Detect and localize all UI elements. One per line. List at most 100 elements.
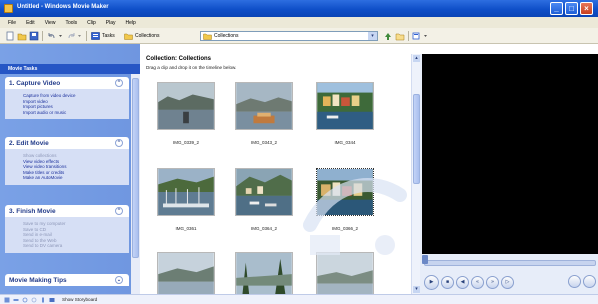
import-audio-link[interactable]: Import audio or music <box>23 110 129 116</box>
clip-thumbnail[interactable]: IMG_0364_2 <box>235 168 293 231</box>
edit-movie-header[interactable]: 2. Edit Movie ⌃ <box>5 137 129 149</box>
take-picture-icon[interactable] <box>583 275 596 288</box>
views-dropdown-icon[interactable] <box>423 31 428 41</box>
open-project-icon[interactable] <box>17 31 27 41</box>
collections-button[interactable]: Collections <box>124 31 159 41</box>
collections-dropdown[interactable]: Collections ▾ <box>200 31 378 41</box>
clip-thumbnail[interactable]: IMG_0343_2 <box>235 82 293 145</box>
views-icon[interactable] <box>412 31 422 41</box>
collections-dropdown-value: Collections <box>214 33 239 39</box>
make-automovie-link[interactable]: Make an AutoMovie <box>23 175 129 181</box>
play-icon[interactable]: ▶ <box>424 274 439 290</box>
window-title: Untitled - Windows Movie Maker <box>17 4 109 10</box>
capture-video-links: Capture from video device Import video I… <box>5 89 129 120</box>
collection-instructions: Drag a clip and drop it on the timeline … <box>146 65 237 70</box>
collections-label: Collections <box>135 33 160 39</box>
undo-icon[interactable] <box>22 297 28 303</box>
menu-edit[interactable]: Edit <box>26 20 35 26</box>
clip-image <box>157 82 215 130</box>
redo-icon[interactable] <box>31 297 37 303</box>
fast-forward-icon[interactable]: » <box>486 275 499 289</box>
storyboard-view-icon[interactable] <box>4 297 10 303</box>
close-button[interactable]: × <box>580 2 593 15</box>
movie-tasks-pane: Movie Tasks 1. Capture Video ⌃ Capture f… <box>0 44 140 294</box>
menu-clip[interactable]: Clip <box>87 20 96 26</box>
toolbar-separator <box>408 31 409 41</box>
clip-caption: IMG_0339_2 <box>172 140 200 145</box>
clip-thumbnail[interactable]: IMG_0339_2 <box>157 82 215 145</box>
clip-caption: IMG_0364_2 <box>250 226 278 231</box>
menu-play[interactable]: Play <box>106 20 116 26</box>
clip-thumbnail[interactable]: IMG_0344 <box>316 82 374 145</box>
scrollbar-thumb[interactable] <box>413 94 420 184</box>
clip-thumbnail[interactable]: IMG_0366_2 <box>316 168 374 231</box>
clip-image <box>316 82 374 130</box>
undo-dropdown-icon[interactable] <box>58 31 63 41</box>
capture-video-header[interactable]: 1. Capture Video ⌃ <box>5 77 129 89</box>
new-collection-folder-icon[interactable] <box>395 31 405 41</box>
scroll-up-icon[interactable]: ▴ <box>413 55 420 62</box>
clip-thumbnail[interactable] <box>157 252 215 294</box>
clip-image <box>316 168 374 216</box>
movie-making-tips-header[interactable]: Movie Making Tips ⌄ <box>5 274 129 286</box>
scrollbar-thumb[interactable] <box>132 78 139 258</box>
clip-image <box>316 252 374 294</box>
seek-slider-handle[interactable] <box>422 255 428 264</box>
collection-grid: IMG_0339_2 IMG_0343_2 IMG_0344 IMG_0361 … <box>140 74 411 294</box>
collections-folder-icon <box>124 33 133 40</box>
clip-caption: IMG_0366_2 <box>331 226 359 231</box>
collapse-icon[interactable]: ⌄ <box>115 276 123 284</box>
redo-icon[interactable] <box>66 31 76 41</box>
capture-video-title: 1. Capture Video <box>9 79 61 87</box>
show-storyboard-button[interactable]: Show Storyboard <box>62 297 97 302</box>
finish-movie-panel: 3. Finish Movie ⌃ Save to my computer Sa… <box>5 205 129 253</box>
storyboard-icon[interactable] <box>49 297 55 303</box>
new-project-icon[interactable] <box>5 31 15 41</box>
tasks-icon <box>91 32 100 40</box>
edit-movie-title: 2. Edit Movie <box>9 139 49 147</box>
set-audio-levels-icon[interactable] <box>13 297 19 303</box>
scroll-down-icon[interactable]: ▾ <box>413 286 420 293</box>
collapse-icon[interactable]: ⌃ <box>115 139 123 147</box>
collection-scrollbar[interactable]: ▴ ▾ <box>411 54 420 294</box>
save-project-icon[interactable] <box>29 31 39 41</box>
finish-movie-links: Save to my computer Save to CD Send in e… <box>5 217 129 253</box>
maximize-button[interactable]: □ <box>565 2 578 15</box>
clip-thumbnail[interactable]: IMG_0361 <box>157 168 215 231</box>
clip-image <box>157 252 215 294</box>
storyboard-toolbar: Show Storyboard <box>0 294 598 304</box>
undo-icon[interactable] <box>47 31 57 41</box>
up-one-level-icon[interactable] <box>383 31 393 41</box>
toolbar: Tasks Collections Collections ▾ <box>0 28 598 44</box>
task-pane-scrollbar[interactable] <box>131 74 140 294</box>
chevron-down-icon[interactable]: ▾ <box>368 32 377 40</box>
menu-view[interactable]: View <box>45 20 56 26</box>
stop-icon[interactable]: ■ <box>441 275 454 289</box>
next-frame-icon[interactable]: ▷ <box>501 275 514 289</box>
clip-image <box>235 82 293 130</box>
tasks-button[interactable]: Tasks <box>91 31 115 41</box>
collection-folder-icon <box>203 33 212 40</box>
clip-thumbnail[interactable] <box>316 252 374 294</box>
send-to-dv-camera-link[interactable]: Send to DV camera <box>23 243 129 249</box>
finish-movie-header[interactable]: 3. Finish Movie ⌃ <box>5 205 129 217</box>
seek-bar[interactable] <box>424 260 596 266</box>
rewind-icon[interactable]: « <box>471 275 484 289</box>
previous-frame-icon[interactable]: ◀ <box>456 275 469 289</box>
menu-help[interactable]: Help <box>125 20 135 26</box>
split-clip-icon[interactable] <box>568 275 581 288</box>
menu-file[interactable]: File <box>8 20 16 26</box>
finish-movie-title: 3. Finish Movie <box>9 207 56 215</box>
collapse-icon[interactable]: ⌃ <box>115 207 123 215</box>
clip-caption: IMG_0344 <box>334 140 356 145</box>
menu-tools[interactable]: Tools <box>65 20 77 26</box>
movie-making-tips-panel: Movie Making Tips ⌄ <box>5 274 129 286</box>
redo-dropdown-icon[interactable] <box>77 31 82 41</box>
minimize-button[interactable]: _ <box>550 2 563 15</box>
collapse-icon[interactable]: ⌃ <box>115 79 123 87</box>
narrate-timeline-icon[interactable] <box>40 297 46 303</box>
clip-caption: IMG_0361 <box>175 226 197 231</box>
edit-movie-links: Show collections View video effects View… <box>5 149 129 185</box>
clip-thumbnail[interactable] <box>235 252 293 294</box>
capture-video-panel: 1. Capture Video ⌃ Capture from video de… <box>5 77 129 120</box>
